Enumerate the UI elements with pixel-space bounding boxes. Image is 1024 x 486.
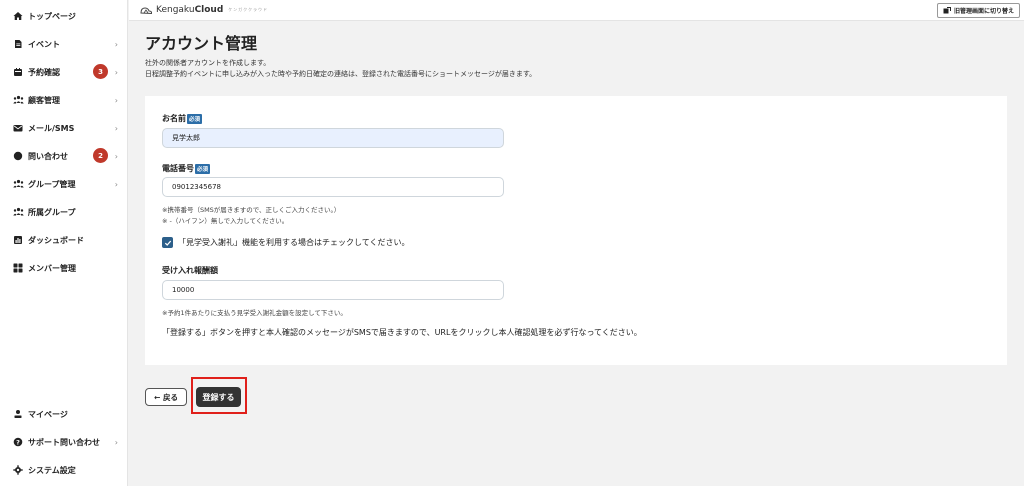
sidebar-item-group-management[interactable]: グループ管理 ›	[12, 175, 122, 193]
notification-badge: 3	[93, 64, 108, 79]
chevron-right-icon: ›	[114, 437, 118, 447]
brand-logo[interactable]: Kengaku Cloud ケンガククラウド	[139, 3, 268, 17]
sidebar-item-top[interactable]: トップページ	[12, 7, 122, 25]
sidebar-item-label: 所属グループ	[28, 207, 76, 217]
required-badge: 必須	[195, 163, 211, 174]
reward-feature-checkbox[interactable]	[162, 237, 173, 248]
reward-amount-label: 受け入れ報酬額	[162, 266, 218, 275]
brand-name-light: Kengaku	[156, 5, 195, 15]
sidebar-item-label: ダッシュボード	[28, 235, 84, 245]
checkmark-icon	[164, 240, 171, 246]
switch-legacy-admin-label: 旧管理画面に切り替え	[953, 9, 1014, 15]
reward-feature-checkbox-row[interactable]: 「見学受入謝礼」機能を利用する場合はチェックしてください。	[162, 237, 410, 248]
phone-input[interactable]	[162, 177, 504, 197]
dashboard-icon	[12, 234, 24, 246]
sidebar-item-label: システム設定	[28, 465, 76, 475]
reward-amount-note: ※予約1件あたりに支払う見学受入謝礼金額を設定して下さい。	[162, 309, 347, 317]
page-description: 社外の関係者アカウントを作成します。	[145, 59, 271, 67]
sidebar-item-affiliation-group[interactable]: 所属グループ	[12, 203, 122, 221]
gear-icon	[12, 464, 24, 476]
name-label-text: お名前	[162, 114, 186, 123]
logo-icon	[140, 7, 153, 15]
sms-verification-info: 「登録する」ボタンを押すと本人確認のメッセージがSMSで届きますので、URLをク…	[162, 328, 642, 337]
phone-label-text: 電話番号	[162, 164, 194, 173]
chevron-right-icon: ›	[114, 95, 118, 105]
person-icon	[12, 408, 24, 420]
brand-subtitle: ケンガククラウド	[228, 7, 269, 12]
phone-note: ※ -（ハイフン）無しで入力してください。	[162, 217, 289, 225]
chevron-right-icon: ›	[114, 67, 118, 77]
sidebar-item-reservations[interactable]: 予約確認 3 ›	[12, 63, 122, 81]
mail-icon	[12, 122, 24, 134]
sidebar-item-support[interactable]: ? サポート問い合わせ ›	[12, 433, 122, 451]
group-icon	[12, 178, 24, 190]
calendar-icon	[12, 66, 24, 78]
svg-text:?: ?	[16, 438, 20, 446]
document-icon	[12, 38, 24, 50]
phone-note: ※携帯番号（SMSが届きますので、正しくご入力ください。）	[162, 206, 341, 214]
grid-icon	[12, 262, 24, 274]
reward-feature-checkbox-label: 「見学受入謝礼」機能を利用する場合はチェックしてください。	[178, 238, 410, 247]
back-button[interactable]: ← 戻る	[145, 388, 187, 406]
register-button[interactable]: 登録する	[196, 387, 241, 407]
sidebar-item-mypage[interactable]: マイページ	[12, 405, 122, 423]
chevron-right-icon: ›	[114, 123, 118, 133]
name-label: お名前 必須	[162, 113, 203, 124]
sidebar-item-members[interactable]: メンバー管理	[12, 259, 122, 277]
chevron-right-icon: ›	[114, 39, 118, 49]
sidebar-item-system-settings[interactable]: システム設定	[12, 461, 122, 479]
notification-badge: 2	[93, 148, 108, 163]
phone-label: 電話番号 必須	[162, 163, 211, 174]
affiliation-icon	[12, 206, 24, 218]
switch-icon	[943, 6, 951, 15]
sidebar-item-label: 顧客管理	[28, 95, 60, 105]
chat-icon	[12, 150, 24, 162]
sidebar-item-label: イベント	[28, 39, 60, 49]
chevron-right-icon: ›	[114, 151, 118, 161]
sidebar-item-label: メール/SMS	[28, 123, 75, 133]
sidebar-item-mail-sms[interactable]: メール/SMS ›	[12, 119, 122, 137]
sidebar-item-inquiries[interactable]: 問い合わせ 2 ›	[12, 147, 122, 165]
switch-legacy-admin-button[interactable]: 旧管理画面に切り替え	[936, 3, 1020, 18]
sidebar-item-label: 問い合わせ	[28, 151, 68, 161]
sidebar-item-event[interactable]: イベント ›	[12, 35, 122, 53]
page-description: 日程調整予約イベントに申し込みが入った時や予約日確定の連絡は、登録された電話番号…	[145, 70, 537, 78]
sidebar-item-label: トップページ	[28, 11, 76, 21]
sidebar-item-label: グループ管理	[28, 179, 76, 189]
name-input[interactable]	[162, 128, 504, 148]
required-badge: 必須	[187, 113, 203, 124]
sidebar-item-label: 予約確認	[28, 67, 60, 77]
sidebar-item-dashboard[interactable]: ダッシュボード	[12, 231, 122, 249]
users-icon	[12, 94, 24, 106]
help-icon: ?	[12, 436, 24, 448]
home-icon	[12, 10, 24, 22]
page-title: アカウント管理	[145, 34, 258, 53]
sidebar-item-label: サポート問い合わせ	[28, 437, 100, 447]
brand-name-bold: Cloud	[194, 5, 224, 15]
sidebar-item-label: メンバー管理	[28, 263, 76, 273]
sidebar-item-customers[interactable]: 顧客管理 ›	[12, 91, 122, 109]
chevron-right-icon: ›	[114, 179, 118, 189]
sidebar-item-label: マイページ	[28, 409, 68, 419]
reward-amount-input[interactable]	[162, 280, 504, 300]
top-bar: Kengaku Cloud ケンガククラウド 旧管理画面に切り替え	[129, 0, 1024, 21]
sidebar: トップページ イベント › 予約確認 3 › 顧客管理 › メール/SMS › …	[0, 0, 128, 486]
